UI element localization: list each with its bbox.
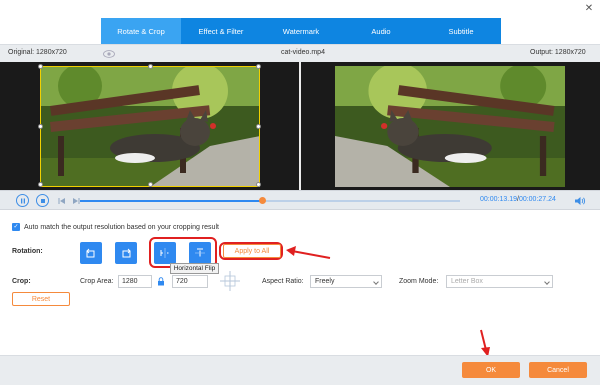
playback-bar: 00:00:13.19/00:00:27.24 [0,190,600,210]
rotate-left-icon [86,248,95,258]
crop-handle[interactable] [256,182,261,187]
eye-icon[interactable] [103,50,115,58]
annotation-arrow-icon [480,329,490,357]
zoom-mode-select[interactable]: Letter Box [446,275,553,288]
rotation-label: Rotation: [12,248,43,255]
preview-area [0,62,600,190]
volume-icon[interactable] [574,196,586,206]
auto-match-row[interactable]: ✓ Auto match the output resolution based… [12,223,219,231]
tab-subtitle[interactable]: Subtitle [421,18,501,44]
aspect-ratio-value: Freely [315,278,335,285]
timeline-slider[interactable] [80,197,460,204]
tab-rotate-crop[interactable]: Rotate & Crop [101,18,181,44]
auto-match-checkbox[interactable]: ✓ [12,223,20,231]
current-time: 00:00:13.19 [480,196,517,203]
next-icon[interactable] [72,197,80,205]
crosshair-icon[interactable] [219,270,241,292]
file-name: cat-video.mp4 [281,49,325,56]
tooltip: Horizontal Flip [170,263,219,274]
apply-to-all-button[interactable]: Apply to All [223,244,281,258]
time-readout: 00:00:13.19/00:00:27.24 [480,196,556,203]
crop-frame[interactable] [38,64,261,187]
auto-match-label: Auto match the output resolution based o… [24,223,219,231]
close-icon[interactable]: ✕ [583,3,595,15]
rotate-left-button[interactable] [80,242,102,264]
footer: OK Cancel [0,355,600,385]
timeline-progress [80,200,263,202]
crop-area-label: Crop Area: [80,278,114,285]
crop-handle[interactable] [256,64,261,69]
tab-watermark[interactable]: Watermark [261,18,341,44]
zoom-mode-label: Zoom Mode: [399,278,439,285]
zoom-mode-value: Letter Box [451,278,483,285]
crop-handle[interactable] [148,182,153,187]
crop-width-input[interactable]: 1280 [118,275,152,288]
stop-icon[interactable] [36,194,49,207]
crop-label: Crop: [12,278,31,285]
annotation-arrow-icon [286,246,331,259]
info-bar: Original: 1280x720 cat-video.mp4 Output:… [0,44,600,62]
cat-image-flipped [335,66,565,187]
rotate-right-icon [122,248,131,258]
crop-handle[interactable] [148,64,153,69]
crop-handle[interactable] [38,124,43,129]
output-resolution: Output: 1280x720 [530,49,586,56]
aspect-ratio-label: Aspect Ratio: [262,278,304,285]
tab-effect-filter[interactable]: Effect & Filter [181,18,261,44]
chevron-down-icon [373,279,379,285]
pause-icon[interactable] [16,194,29,207]
crop-handle[interactable] [38,182,43,187]
original-preview [0,62,299,190]
aspect-ratio-select[interactable]: Freely [310,275,382,288]
crop-height-input[interactable]: 720 [172,275,208,288]
timeline-knob[interactable] [259,197,267,204]
lock-icon[interactable] [157,277,165,286]
total-time: 00:00:27.24 [518,196,556,203]
top-bar: ✕ Rotate & Crop Effect & Filter Watermar… [0,0,600,44]
cancel-button[interactable]: Cancel [529,362,587,378]
rotate-right-button[interactable] [115,242,137,264]
chevron-down-icon [544,279,550,285]
tab-bar: Rotate & Crop Effect & Filter Watermark … [101,18,501,44]
original-resolution: Original: 1280x720 [8,49,67,56]
previous-icon[interactable] [58,197,66,205]
reset-button[interactable]: Reset [12,292,70,306]
crop-handle[interactable] [256,124,261,129]
tab-audio[interactable]: Audio [341,18,421,44]
crop-handle[interactable] [38,64,43,69]
ok-button[interactable]: OK [462,362,520,378]
output-preview [301,62,600,190]
